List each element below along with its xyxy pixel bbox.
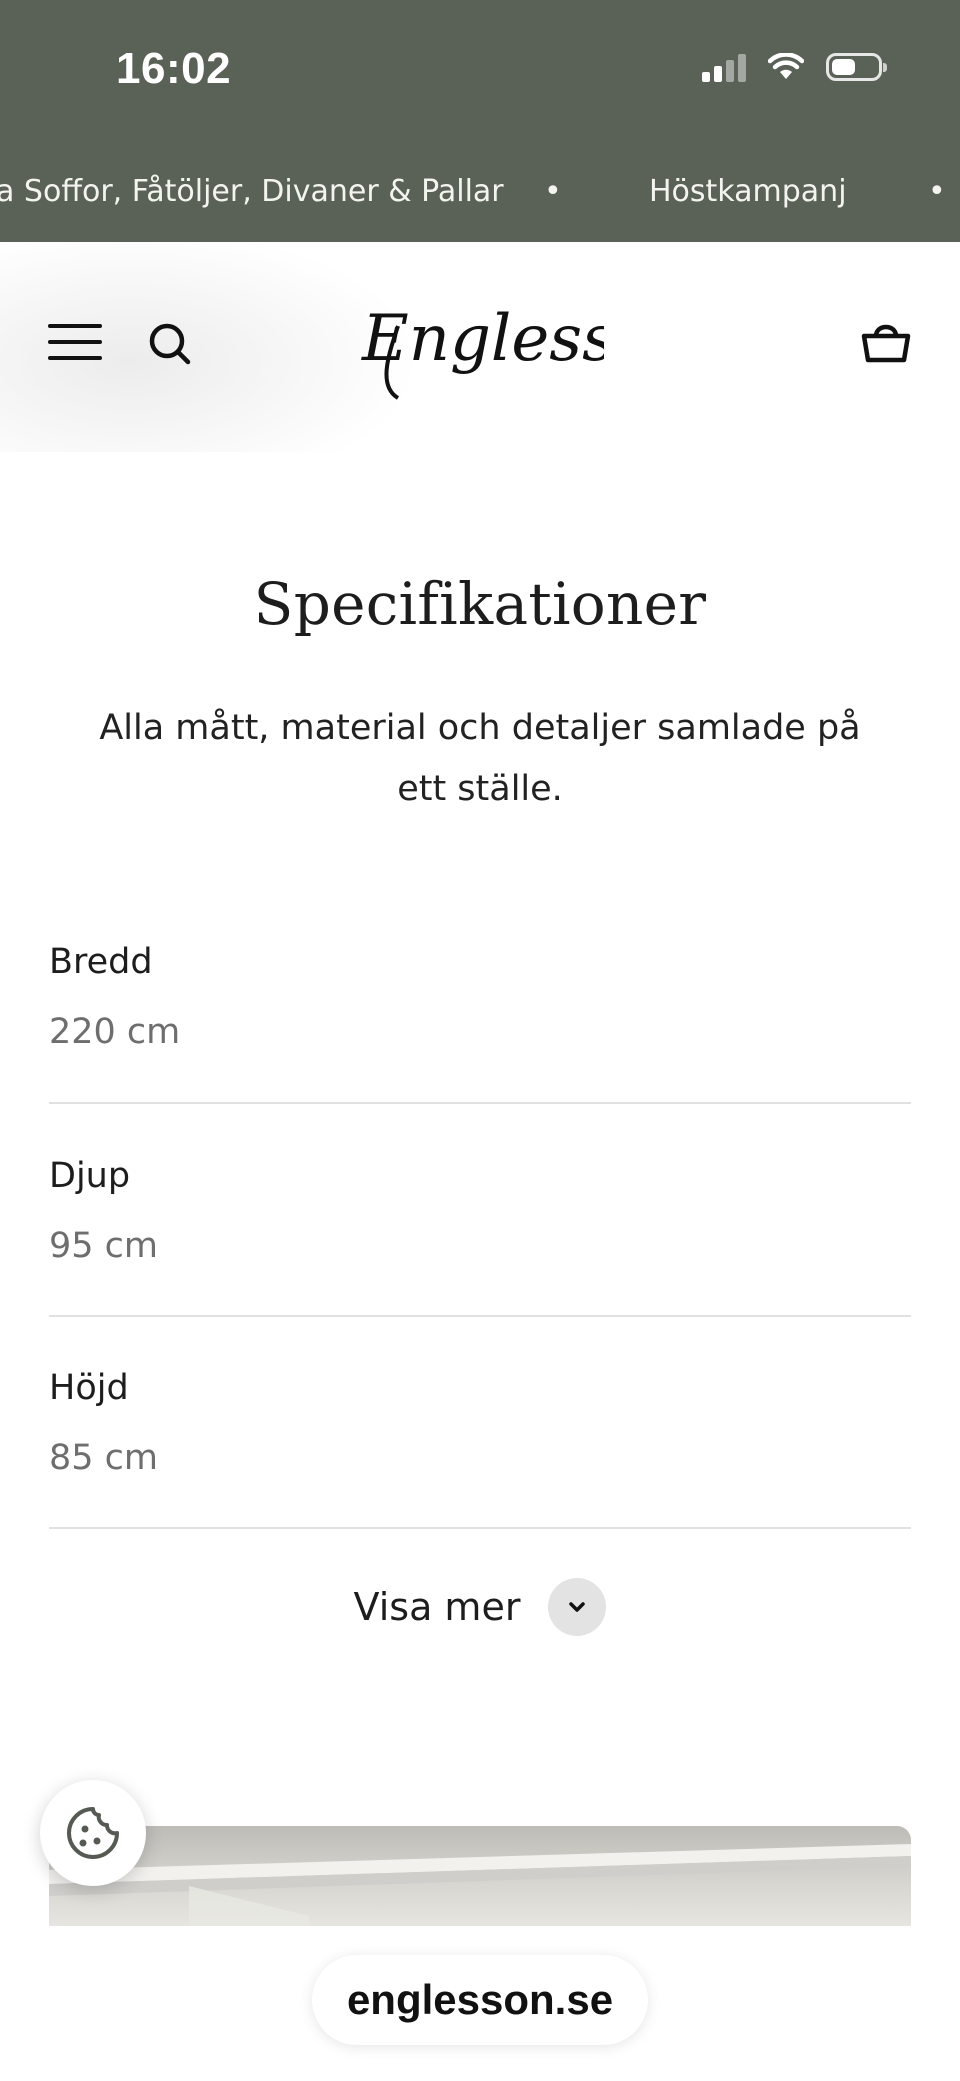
shopping-basket-icon xyxy=(861,324,911,363)
spec-label: Bredd xyxy=(49,942,153,982)
chevron-down-icon xyxy=(569,1602,586,1612)
wifi-icon xyxy=(768,53,804,79)
show-more-chevron[interactable] xyxy=(548,1578,607,1636)
hamburger-menu-icon xyxy=(48,324,102,328)
browser-url-bar[interactable]: englesson.se xyxy=(312,1955,648,2045)
cookie-settings-button[interactable] xyxy=(40,1780,146,1886)
top-bar: 16:02 a Soffor, Fåtöljer, Divaner & Pall… xyxy=(0,0,960,242)
show-more-button[interactable]: Visa mer xyxy=(0,1572,960,1642)
product-image xyxy=(49,1826,911,1926)
spec-value: 95 cm xyxy=(49,1226,158,1266)
logo-wordmark: Englesson xyxy=(361,302,695,400)
room-ceiling-illustration xyxy=(49,1844,911,1926)
announcement-item[interactable]: Höstkampanj xyxy=(649,174,847,209)
spec-label: Djup xyxy=(49,1156,131,1196)
cart-button[interactable] xyxy=(860,316,912,368)
divider xyxy=(49,1527,911,1529)
logo[interactable]: Englesson xyxy=(358,286,695,406)
url-text: englesson.se xyxy=(346,1976,614,2023)
announcement-separator: • xyxy=(544,174,562,209)
section-title: Specifikationer xyxy=(253,570,707,638)
cookie-icon xyxy=(67,1807,119,1859)
divider xyxy=(49,1102,911,1104)
cellular-signal-icon xyxy=(702,52,746,82)
section-subtitle: Alla mått, material och detaljer samlade… xyxy=(99,708,861,809)
divider xyxy=(49,1315,911,1317)
status-icons xyxy=(702,52,887,82)
show-more-label: Visa mer xyxy=(353,1585,521,1629)
logo-text: Englesson xyxy=(361,302,604,376)
battery-icon xyxy=(826,53,887,81)
search-icon xyxy=(149,323,191,365)
spec-label: Höjd xyxy=(49,1368,129,1408)
status-time: 16:02 xyxy=(116,44,232,93)
search-button[interactable] xyxy=(146,320,194,368)
announcement-separator: • xyxy=(928,174,946,209)
announcement-bar[interactable]: a Soffor, Fåtöljer, Divaner & Pallar • H… xyxy=(0,170,960,220)
announcement-item[interactable]: a Soffor, Fåtöljer, Divaner & Pallar xyxy=(0,174,504,209)
menu-button[interactable] xyxy=(48,324,104,364)
spec-value: 85 cm xyxy=(49,1438,158,1478)
spec-value: 220 cm xyxy=(49,1012,181,1052)
site-header: Englesson xyxy=(0,242,960,452)
